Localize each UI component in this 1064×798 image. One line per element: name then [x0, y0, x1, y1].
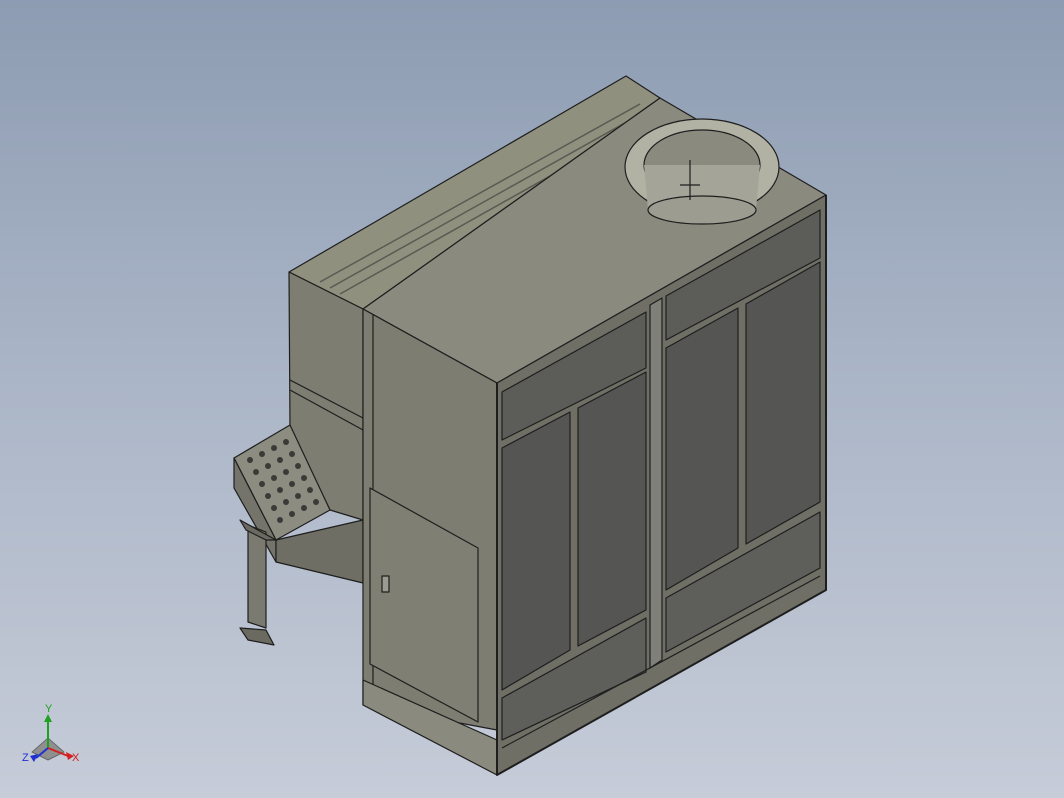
model-canvas[interactable]: Y X Z: [0, 0, 1064, 798]
cad-viewport[interactable]: Y X Z: [0, 0, 1064, 798]
spray-booth-model[interactable]: [233, 75, 827, 776]
duct-throat: [647, 195, 757, 225]
front-panel-left-a[interactable]: [501, 411, 571, 691]
front-panel-left-b[interactable]: [577, 371, 647, 647]
x-axis-label: X: [72, 752, 80, 764]
center-divider: [649, 297, 663, 669]
orientation-triad: Y X Z: [22, 703, 80, 764]
z-axis-label: Z: [22, 752, 29, 764]
y-axis-label: Y: [45, 703, 53, 715]
support-leg-foot: [239, 627, 275, 646]
y-axis-arrow-icon: [44, 714, 52, 722]
front-panel-right-a[interactable]: [665, 307, 739, 591]
door-handle[interactable]: [381, 575, 390, 593]
front-panel-right-b[interactable]: [745, 261, 821, 545]
support-leg: [247, 524, 267, 629]
